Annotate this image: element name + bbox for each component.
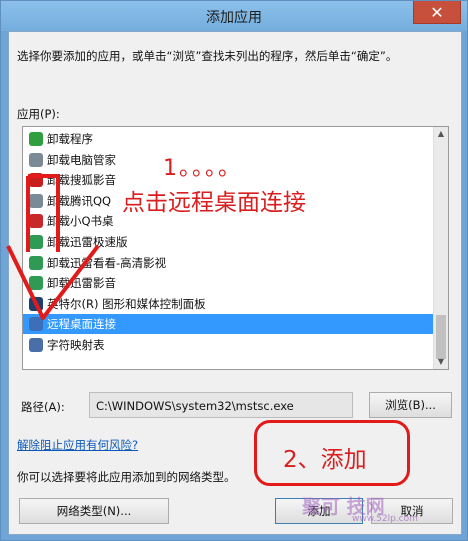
scroll-up-arrow-icon[interactable]: ▲ <box>434 127 448 141</box>
app-list-item-label: 远程桌面连接 <box>47 317 116 332</box>
app-list-item-label: 字符映射表 <box>47 338 105 352</box>
network-type-hint: 你可以选择要将此应用添加到的网络类型。 <box>17 470 236 484</box>
app-list-item-label: 卸载迅雷影音 <box>47 276 116 291</box>
title-bar: 添加应用 ✕ <box>1 1 467 31</box>
charmap-icon <box>29 338 43 352</box>
dialog-title: 添加应用 <box>206 10 262 26</box>
app-list-item[interactable]: 卸载迅雷极速版 <box>23 232 433 252</box>
trash-icon <box>29 152 43 167</box>
annotation-step1-desc: 点击远程桌面连接 <box>122 190 306 216</box>
instruction-text: 选择你要添加的应用，或单击“浏览”查找未列出的程序，然后单击“确定”。 <box>17 49 398 63</box>
path-label: 路径(A): <box>21 400 65 414</box>
remote-desktop-icon <box>29 317 43 332</box>
browse-button[interactable]: 浏览(B)... <box>369 392 452 418</box>
app-list-item[interactable]: 卸载迅雷看看-高清影视 <box>23 253 433 273</box>
app-list-item-label: 卸载小Q书桌 <box>47 214 114 229</box>
app-list-item[interactable]: 卸载程序 <box>23 129 433 149</box>
red-circle-icon <box>29 214 43 229</box>
app-list-item[interactable]: 英特尔(R) 图形和媒体控制面板 <box>23 294 433 314</box>
network-types-button[interactable]: 网络类型(N)... <box>19 498 169 524</box>
app-list-item-label: 卸载迅雷看看-高清影视 <box>47 255 167 270</box>
apps-label: 应用(P): <box>17 107 60 121</box>
trash-icon <box>29 193 43 208</box>
app-list-item-label: 卸载迅雷极速版 <box>47 235 128 249</box>
scroll-down-arrow-icon[interactable]: ▼ <box>434 355 448 369</box>
vertical-scrollbar[interactable]: ▲ ▼ <box>433 127 448 369</box>
app-list-item-label: 卸载搜狐影音 <box>47 173 116 188</box>
scroll-thumb[interactable] <box>436 315 446 359</box>
annotation-step1: 1。。。。 <box>163 156 242 181</box>
app-list-item-label: 卸载程序 <box>47 132 93 146</box>
green-app-icon <box>29 235 43 249</box>
risk-help-link[interactable]: 解除阻止应用有何风险? <box>17 437 138 453</box>
app-list-item-label: 英特尔(R) 图形和媒体控制面板 <box>47 296 206 311</box>
watermark-url: www.52lp.com <box>352 514 418 524</box>
annotation-step2: 2、添加 <box>283 447 367 473</box>
monitor-icon <box>29 296 43 311</box>
green-app-icon <box>29 255 43 270</box>
app-list-item[interactable]: 远程桌面连接 <box>23 314 433 335</box>
red-app-icon <box>29 173 43 188</box>
app-list-item-label: 卸载腾讯QQ <box>47 193 112 208</box>
app-list-item-label: 卸载电脑管家 <box>47 152 116 167</box>
green-app-icon <box>29 276 43 291</box>
app-list-item[interactable]: 字符映射表 <box>23 335 433 355</box>
green-s-icon <box>29 132 43 146</box>
app-list-item[interactable]: 卸载迅雷影音 <box>23 273 433 293</box>
close-button[interactable]: ✕ <box>413 1 461 24</box>
path-field[interactable]: C:\WINDOWS\system32\mstsc.exe <box>89 392 353 418</box>
